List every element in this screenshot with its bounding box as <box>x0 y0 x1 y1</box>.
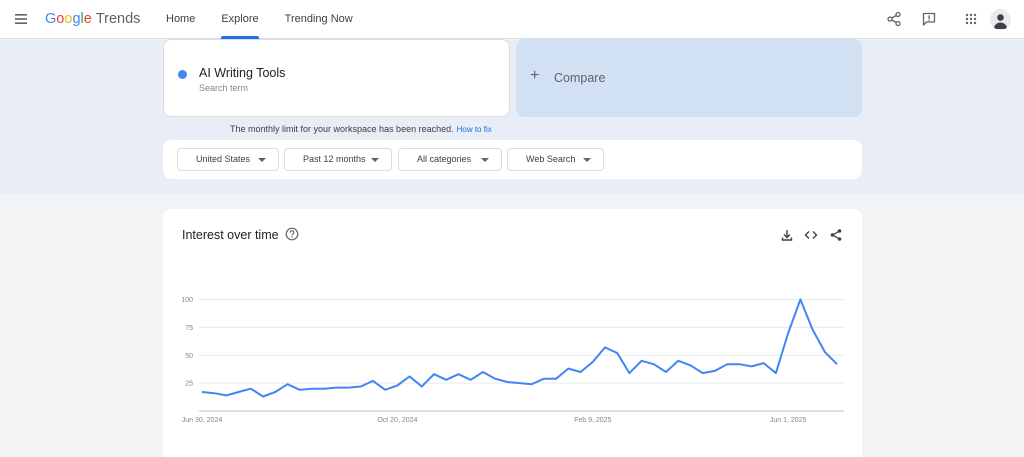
feedback-icon[interactable] <box>921 11 937 27</box>
limit-message: The monthly limit for your workspace has… <box>230 124 492 134</box>
apps-grid-icon[interactable] <box>963 11 979 27</box>
menu-icon[interactable] <box>13 11 29 27</box>
nav-trending-now[interactable]: Trending Now <box>279 0 359 39</box>
time-range-value: Past 12 months <box>303 154 366 164</box>
y-tick-label: 100 <box>181 297 193 304</box>
region-dropdown[interactable]: United States <box>177 148 279 171</box>
time-range-dropdown[interactable]: Past 12 months <box>284 148 392 171</box>
x-tick-label: Feb 9, 2025 <box>574 417 611 424</box>
search-term-label: Search term <box>199 83 249 93</box>
search-type-dropdown[interactable]: Web Search <box>507 148 604 171</box>
region-value: United States <box>196 154 251 164</box>
series-line-ai-writing-tools <box>201 298 838 398</box>
term-color-dot <box>178 70 187 79</box>
account-avatar[interactable] <box>990 9 1011 30</box>
x-tick-label: Jun 1, 2025 <box>770 417 807 424</box>
google-trends-logo[interactable]: Google Trends <box>45 11 140 27</box>
plus-icon: + <box>530 67 540 84</box>
x-tick-label: Jun 30, 2024 <box>182 417 223 424</box>
nav-home[interactable]: Home <box>160 0 201 39</box>
y-tick-label: 50 <box>185 353 193 360</box>
compare-label: Compare <box>554 71 606 85</box>
caret-down-icon <box>481 158 489 162</box>
interest-over-time-card: Interest over time 25 50 75 100 Jun 30, 202… <box>163 209 862 457</box>
interest-line-chart: 25 50 75 100 Jun 30, 2024 Oct 20, 2024 Feb 9,… <box>181 297 844 424</box>
y-tick-label: 25 <box>185 381 193 388</box>
category-dropdown[interactable]: All categories <box>398 148 502 171</box>
main-nav: Home Explore Trending Now <box>160 0 373 39</box>
search-type-value: Web Search <box>526 154 576 164</box>
y-tick-label: 75 <box>185 325 193 332</box>
how-to-fix-link[interactable]: How to fix <box>457 125 492 134</box>
caret-down-icon <box>258 158 266 162</box>
category-value: All categories <box>417 154 472 164</box>
top-bar: Google Trends Home Explore Trending Now <box>0 0 1024 39</box>
search-term: AI Writing Tools <box>199 66 286 80</box>
limit-text: The monthly limit for your workspace has… <box>230 124 454 134</box>
compare-button[interactable]: + Compare <box>516 39 862 117</box>
x-tick-label: Oct 20, 2024 <box>377 417 417 424</box>
nav-explore[interactable]: Explore <box>215 0 264 39</box>
person-icon <box>994 14 1007 29</box>
caret-down-icon <box>583 158 591 162</box>
caret-down-icon <box>371 158 379 162</box>
share-icon[interactable] <box>886 11 902 27</box>
filter-bar: United States Past 12 months All categor… <box>163 140 862 179</box>
search-term-card[interactable]: AI Writing Tools Search term <box>163 39 510 117</box>
